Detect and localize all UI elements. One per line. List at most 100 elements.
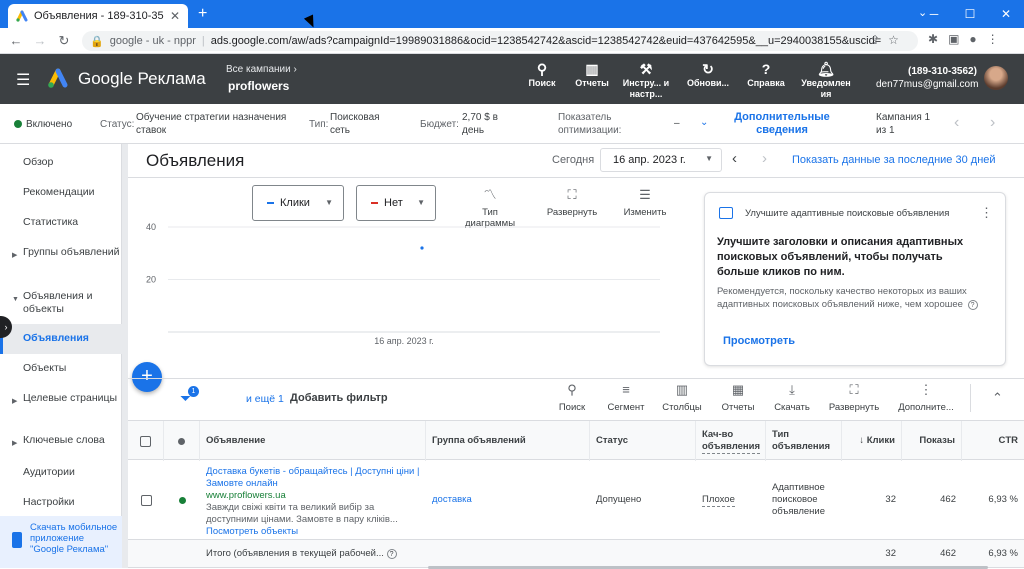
new-tab-button[interactable]: + <box>198 5 207 23</box>
wrench-icon: ⚒ <box>639 61 653 77</box>
download-button[interactable]: ⤓ Скачать <box>768 383 816 413</box>
column-impressions[interactable]: Показы <box>902 421 962 461</box>
sidebar-item-insights[interactable]: Статистика <box>0 216 122 229</box>
table-reports-button[interactable]: ▦ Отчеты <box>716 383 760 413</box>
row-checkbox[interactable] <box>128 460 164 540</box>
table-expand-button[interactable]: ⛶ Развернуть <box>824 382 884 413</box>
total-row: Итого (объявления в текущей рабочей... ?… <box>128 540 1024 568</box>
type-value: Поисковая сеть <box>330 112 380 136</box>
status-column-header[interactable] <box>164 421 200 461</box>
refresh-icon: ↻ <box>702 61 714 77</box>
header-notifications-button[interactable]: 🔔︎ Уведомлен ия <box>800 60 852 100</box>
columns-button[interactable]: ▥ Столбцы <box>658 382 706 413</box>
y-tick-label: 20 <box>146 275 156 285</box>
add-ad-button[interactable]: + <box>132 362 162 392</box>
filter-count-badge: 1 <box>188 386 199 397</box>
header-refresh-button[interactable]: ↻ Обнови... <box>682 60 734 89</box>
header-search-button[interactable]: ⚲ Поиск <box>516 60 568 89</box>
table-header: Объявление Группа объявлений Статус Кач-… <box>128 420 1024 461</box>
next-date-icon[interactable]: › <box>762 150 767 167</box>
add-filter-button[interactable]: Добавить фильтр <box>290 392 388 404</box>
tab-close-icon[interactable]: ✕ <box>170 9 180 23</box>
lock-icon: 🔒 <box>90 35 104 48</box>
back-icon[interactable]: ← <box>4 33 28 48</box>
column-clicks[interactable]: ↓ Клики <box>842 421 902 461</box>
more-vert-icon[interactable]: ⋮ <box>980 205 993 221</box>
header-tools-button[interactable]: ⚒ Инстру... и настр... <box>620 60 672 100</box>
date-picker[interactable]: 16 апр. 2023 г. ▼ <box>600 148 722 172</box>
column-ad-type[interactable]: Тип объявления <box>766 421 842 461</box>
prev-campaign-icon[interactable]: ‹ <box>954 114 959 132</box>
optimization-value: – <box>674 118 680 129</box>
close-window-button[interactable]: ✕ <box>988 0 1024 28</box>
more-tools-button[interactable]: ⋮ Дополните... <box>894 383 958 413</box>
sidepanel-icon[interactable]: ▣ <box>948 32 959 46</box>
sidebar-item-recommendations[interactable]: Рекомендации <box>0 186 122 199</box>
forward-icon[interactable]: → <box>28 33 52 48</box>
reload-icon[interactable]: ↻ <box>52 33 76 49</box>
help-icon[interactable]: ? <box>967 300 978 310</box>
sidebar-item-landing-pages[interactable]: ▶ Целевые страницы <box>0 392 122 405</box>
ad-group-link[interactable]: доставка <box>426 460 590 540</box>
enabled-status[interactable]: Включено <box>26 118 72 131</box>
sidebar-item-audiences[interactable]: Аудитории <box>0 466 122 479</box>
browser-tab[interactable]: Объявления - 189-310-3562 - G ✕ <box>8 4 188 28</box>
more-filters-link[interactable]: и ещё 1 <box>246 393 284 405</box>
share-icon[interactable]: ⇪ <box>870 33 880 47</box>
sidebar-item-ads[interactable]: Объявления <box>0 324 122 354</box>
header-reports-button[interactable]: ▥ Отчеты <box>566 60 618 89</box>
budget-value[interactable]: 2,70 $ в день <box>462 111 520 137</box>
view-button[interactable]: Просмотреть <box>723 335 795 347</box>
campaign-status-bar: Включено Статус: Обучение стратегии назн… <box>0 104 1024 144</box>
status-value[interactable]: Обучение стратегии назначения ставок <box>136 111 296 137</box>
collapse-chevron-icon[interactable]: ⌃ <box>992 390 1003 406</box>
data-point[interactable] <box>420 246 424 250</box>
divider <box>128 378 1024 379</box>
bookmark-star-icon[interactable]: ☆ <box>888 33 899 47</box>
x-tick-label: 16 апр. 2023 г. <box>374 336 434 346</box>
ad-type: Адаптивное поисковое объявление <box>772 482 825 517</box>
sidebar-item-ads-assets[interactable]: ▼ Объявления и объекты <box>0 290 122 316</box>
mobile-app-promo[interactable]: Скачать мобильное приложение "Google Рек… <box>0 516 122 568</box>
sidebar-item-settings[interactable]: Настройки <box>0 496 122 509</box>
sidebar-item-ad-groups[interactable]: ▶ Группы объявлений <box>0 246 122 259</box>
campaign-name[interactable]: proflowers <box>228 79 289 93</box>
columns-icon: ▥ <box>675 382 689 397</box>
sidebar-item-keywords[interactable]: ▶ Ключевые слова <box>0 434 122 447</box>
select-all-checkbox[interactable] <box>128 421 164 461</box>
url-field[interactable]: 🔒 google - uk - nppr | ads.google.com/aw… <box>82 31 918 51</box>
column-ad-group[interactable]: Группа объявлений <box>426 421 590 461</box>
table-search-button[interactable]: ⚲ Поиск <box>552 383 592 413</box>
next-campaign-icon[interactable]: › <box>990 114 995 132</box>
column-ctr[interactable]: CTR <box>962 421 1024 461</box>
menu-icon[interactable]: ☰ <box>16 70 30 90</box>
avatar[interactable] <box>984 66 1008 90</box>
header-help-button[interactable]: ? Справка <box>740 60 792 89</box>
profile-icon[interactable]: ● <box>969 32 976 46</box>
maximize-button[interactable]: ☐ <box>952 0 988 28</box>
column-ad-quality[interactable]: Кач-во объявления <box>696 421 766 461</box>
ad-quality[interactable]: Плохое <box>696 460 766 540</box>
browser-menu-icon[interactable]: ⋮ <box>987 32 999 46</box>
view-assets-link[interactable]: Посмотреть объекты <box>206 526 420 538</box>
column-status[interactable]: Статус <box>590 421 696 461</box>
breadcrumb-all-campaigns[interactable]: Все кампании › <box>226 64 297 75</box>
minimize-button[interactable]: ─ <box>916 0 952 28</box>
help-icon: ? <box>386 549 397 559</box>
sort-down-icon: ↓ <box>859 435 865 446</box>
column-ad[interactable]: Объявление <box>200 421 426 461</box>
show-last-30-days-link[interactable]: Показать данные за последние 30 дней <box>792 154 996 166</box>
brand-name: Google Реклама <box>78 69 206 88</box>
ad-description: Завжди свіжі квіти та великий вибір за д… <box>206 502 398 525</box>
sidebar-item-assets[interactable]: Объекты <box>0 362 122 375</box>
sidebar-item-overview[interactable]: Обзор <box>0 156 122 169</box>
segment-button[interactable]: ≡ Сегмент <box>602 383 650 413</box>
prev-date-icon[interactable]: ‹ <box>732 150 737 167</box>
expand-icon: ⛶ <box>849 382 859 397</box>
extensions-puzzle-icon[interactable]: ✱ <box>928 32 938 46</box>
more-info-link[interactable]: Дополнительные сведения <box>724 111 840 137</box>
expand-triangle-icon: ▶ <box>12 440 18 447</box>
ad-headline[interactable]: Доставка букетів - обращайтесь | Доступн… <box>206 466 420 490</box>
google-ads-tab-icon <box>16 10 28 22</box>
expand-chevron-icon[interactable]: ⌄ <box>700 116 708 129</box>
